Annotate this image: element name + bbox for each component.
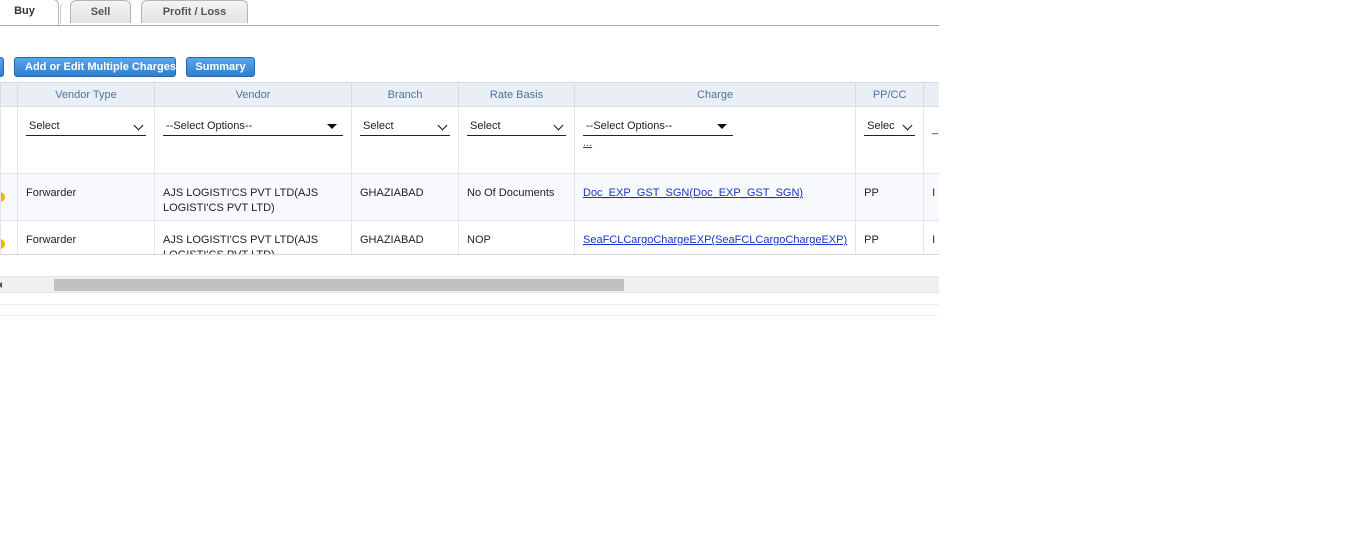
ppcc-select[interactable]: Selec (864, 116, 916, 136)
filter-cell-ppcc: Selec (855, 106, 925, 174)
vendor-type-select[interactable]: Select (26, 116, 146, 136)
cell-charge: Doc_EXP_GST_SGN(Doc_EXP_GST_SGN) (573, 173, 857, 221)
column-header-next (923, 82, 939, 107)
cell-ppcc: PP (855, 220, 925, 254)
status-dot-icon (1, 239, 5, 249)
filter-cell-branch: Select (351, 106, 459, 174)
table-row[interactable]: Forwarder AJS LOGISTI'CS PVT LTD(AJS LOG… (0, 173, 939, 221)
vendor-type-select-value: Select (29, 120, 60, 132)
column-header-charge[interactable]: Charge (573, 82, 857, 107)
charge-link[interactable]: SeaFCLCargoChargeEXP(SeaFCLCargoChargeEX… (583, 234, 847, 246)
horizontal-scrollbar[interactable] (0, 276, 939, 293)
scrollbar-thumb[interactable] (54, 279, 624, 291)
rate-basis-select-value: Select (470, 120, 501, 132)
vendor-select[interactable]: --Select Options-- (163, 116, 343, 136)
cell-ppcc: PP (855, 173, 925, 221)
column-header-status (0, 82, 18, 107)
partial-button[interactable] (0, 57, 4, 77)
filter-cell-vendor: --Select Options-- (154, 106, 352, 174)
charges-grid: Vendor Type Vendor Branch Rate Basis Cha… (0, 82, 939, 255)
cell-charge: SeaFCLCargoChargeEXP(SeaFCLCargoChargeEX… (573, 220, 857, 254)
cell-branch: GHAZIABAD (351, 173, 459, 221)
cell-vendor-type: Forwarder (17, 173, 155, 221)
filter-cell-rate-basis: Select (458, 106, 575, 174)
chevron-down-icon (133, 120, 144, 131)
filter-row: Select --Select Options-- Select Select (0, 106, 939, 174)
tab-profit-loss[interactable]: Profit / Loss (141, 0, 248, 23)
cell-branch: GHAZIABAD (351, 220, 459, 254)
charge-more-link[interactable]: ... (583, 138, 847, 149)
cell-rate-basis: NOP (458, 220, 575, 254)
branch-select[interactable]: Select (360, 116, 450, 136)
vendor-select-value: --Select Options-- (166, 120, 253, 132)
charge-select[interactable]: --Select Options-- (583, 116, 733, 136)
divider (0, 315, 939, 316)
table-row[interactable]: Forwarder AJS LOGISTI'CS PVT LTD(AJS LOG… (0, 220, 939, 254)
tab-divider (60, 2, 69, 24)
cell-next: I (923, 173, 939, 221)
charges-table: Vendor Type Vendor Branch Rate Basis Cha… (0, 82, 939, 254)
caret-down-icon (717, 124, 727, 129)
chevron-down-icon (553, 120, 564, 131)
cell-vendor-type: Forwarder (17, 220, 155, 254)
tab-buy[interactable]: Buy (0, 0, 59, 25)
chevron-down-icon (437, 120, 448, 131)
divider (0, 304, 939, 305)
charge-link[interactable]: Doc_EXP_GST_SGN(Doc_EXP_GST_SGN) (583, 187, 803, 199)
row-status-cell (0, 173, 18, 221)
filter-cell-charge: --Select Options-- ... (573, 106, 857, 174)
scroll-left-arrow-icon[interactable] (0, 282, 2, 288)
row-status-cell (0, 220, 18, 254)
charge-select-value: --Select Options-- (586, 120, 673, 132)
caret-down-icon (327, 124, 337, 129)
column-header-vendor[interactable]: Vendor (154, 82, 352, 107)
cell-next: I (923, 220, 939, 254)
filter-cell-status (0, 106, 18, 174)
column-header-rate-basis[interactable]: Rate Basis (458, 82, 575, 107)
summary-button[interactable]: Summary (186, 57, 255, 77)
filter-cell-next: _ (923, 106, 939, 174)
next-filter-partial[interactable]: _ (932, 123, 938, 135)
rate-basis-select[interactable]: Select (467, 116, 566, 136)
add-edit-multiple-charges-button[interactable]: Add or Edit Multiple Charges (14, 57, 176, 77)
header-row: Vendor Type Vendor Branch Rate Basis Cha… (0, 82, 939, 107)
cell-vendor: AJS LOGISTI'CS PVT LTD(AJS LOGISTI'CS PV… (154, 220, 352, 254)
chevron-down-icon (902, 120, 913, 131)
filter-cell-vendor-type: Select (17, 106, 155, 174)
column-header-ppcc[interactable]: PP/CC (855, 82, 925, 107)
status-dot-icon (1, 192, 5, 202)
column-header-branch[interactable]: Branch (351, 82, 459, 107)
ppcc-select-value: Selec (867, 120, 895, 132)
branch-select-value: Select (363, 120, 394, 132)
cell-rate-basis: No Of Documents (458, 173, 575, 221)
tab-sell[interactable]: Sell (70, 0, 131, 23)
tab-strip: Buy Sell Profit / Loss (0, 0, 939, 26)
cell-vendor: AJS LOGISTI'CS PVT LTD(AJS LOGISTI'CS PV… (154, 173, 352, 221)
column-header-vendor-type[interactable]: Vendor Type (17, 82, 155, 107)
